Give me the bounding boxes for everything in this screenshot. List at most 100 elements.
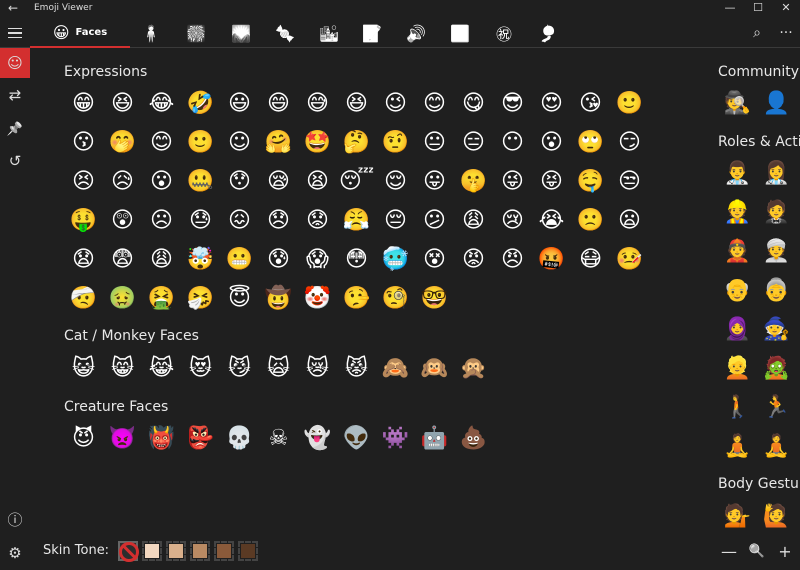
emoji-button[interactable]: 😐 xyxy=(415,123,454,162)
emoji-button[interactable]: 👺 xyxy=(181,419,220,458)
emoji-button[interactable]: 😵 xyxy=(415,240,454,279)
pin-nav-icon[interactable]: 📌 xyxy=(0,114,30,144)
emoji-button[interactable]: 😁 xyxy=(64,84,103,123)
emoji-button[interactable]: 🙊 xyxy=(454,349,493,388)
emoji-button[interactable]: 😲 xyxy=(103,201,142,240)
emoji-button[interactable]: 🤮 xyxy=(142,279,181,318)
emoji-button[interactable]: 🤤 xyxy=(571,162,610,201)
emoji-button[interactable]: 🤵 xyxy=(757,193,796,232)
emoji-button[interactable]: 🤓 xyxy=(415,279,454,318)
skin-tone-swatch[interactable] xyxy=(142,541,162,561)
emoji-button[interactable]: 😴 xyxy=(337,162,376,201)
emoji-button[interactable]: 😼 xyxy=(220,349,259,388)
emoji-button[interactable]: 🤨 xyxy=(376,123,415,162)
close-button[interactable]: ✕ xyxy=(771,1,800,14)
emoji-button[interactable]: 🤭 xyxy=(103,123,142,162)
emoji-button[interactable]: 🤕 xyxy=(64,279,103,318)
emoji-button[interactable]: 😟 xyxy=(298,201,337,240)
emoji-button[interactable]: 🤒 xyxy=(610,240,649,279)
emoji-button[interactable]: 😗 xyxy=(64,123,103,162)
emoji-button[interactable]: 😮 xyxy=(142,162,181,201)
tab-travel[interactable]: 🌄 xyxy=(226,18,256,48)
emoji-button[interactable]: 😻 xyxy=(181,349,220,388)
more-options-icon[interactable]: ··· xyxy=(771,18,800,48)
emoji-button[interactable]: 🧘 xyxy=(757,427,796,466)
emoji-button[interactable]: 😥 xyxy=(103,162,142,201)
emoji-button[interactable]: 😠 xyxy=(493,240,532,279)
emoji-button[interactable]: 😆 xyxy=(337,84,376,123)
tab-activities[interactable]: 🎆 xyxy=(181,18,211,48)
emoji-button[interactable]: 🧙 xyxy=(757,310,796,349)
info-nav-icon[interactable]: ⓘ xyxy=(0,504,30,534)
emoji-button[interactable]: 👾 xyxy=(376,419,415,458)
tab-symbols[interactable]: 🈺 xyxy=(445,18,475,48)
emoji-button[interactable]: ☺ xyxy=(220,123,259,162)
emoji-button[interactable]: 😩 xyxy=(454,201,493,240)
emoji-button[interactable]: 😸 xyxy=(103,349,142,388)
emoji-button[interactable]: 😺 xyxy=(64,349,103,388)
emoji-button[interactable]: 🧕 xyxy=(718,310,757,349)
emoji-button[interactable]: 👽 xyxy=(337,419,376,458)
emoji-button[interactable]: 🤬 xyxy=(532,240,571,279)
emoji-button[interactable]: 👵 xyxy=(757,271,796,310)
zoom-icon[interactable]: 🔍 xyxy=(743,537,771,565)
emoji-button[interactable]: 🤑 xyxy=(64,201,103,240)
emoji-button[interactable]: 😭 xyxy=(532,201,571,240)
emoji-button[interactable]: 😾 xyxy=(337,349,376,388)
emoji-button[interactable]: 😑 xyxy=(454,123,493,162)
emoji-button[interactable]: 😰 xyxy=(259,240,298,279)
emoji-button[interactable]: 😛 xyxy=(415,162,454,201)
emoji-button[interactable]: 😬 xyxy=(220,240,259,279)
emoji-button[interactable]: 👨‍⚕️ xyxy=(718,154,757,193)
emoji-button[interactable]: 🙂 xyxy=(610,84,649,123)
emoji-button[interactable]: 🕵 xyxy=(718,84,757,123)
emoji-button[interactable]: 😱 xyxy=(298,240,337,279)
emoji-button[interactable]: 😄 xyxy=(259,84,298,123)
hamburger-menu-icon[interactable] xyxy=(0,18,30,48)
tab-faces[interactable]: 😀 Faces xyxy=(30,18,130,48)
emoji-button[interactable]: 👿 xyxy=(103,419,142,458)
emoji-button[interactable]: 😧 xyxy=(64,240,103,279)
emoji-button[interactable]: 🙈 xyxy=(376,349,415,388)
emoji-button[interactable]: 🤣 xyxy=(181,84,220,123)
emoji-button[interactable]: 🙂 xyxy=(181,123,220,162)
emoji-button[interactable]: 👻 xyxy=(298,419,337,458)
emoji-button[interactable]: ☹ xyxy=(142,201,181,240)
emoji-button[interactable]: 🙁 xyxy=(571,201,610,240)
emoji-button[interactable]: 😍 xyxy=(532,84,571,123)
emoji-button[interactable]: 💀 xyxy=(220,419,259,458)
emoji-button[interactable]: 😒 xyxy=(610,162,649,201)
emoji-button[interactable]: 😋 xyxy=(454,84,493,123)
emoji-button[interactable]: 😮 xyxy=(532,123,571,162)
tab-misc[interactable]: 🎐 xyxy=(533,18,563,48)
emoji-button[interactable]: 🚶 xyxy=(718,388,757,427)
history-nav-icon[interactable]: ↺ xyxy=(0,146,30,176)
emoji-button[interactable]: 😿 xyxy=(298,349,337,388)
emoji-button[interactable]: 😫 xyxy=(298,162,337,201)
emoji-button[interactable]: 🤖 xyxy=(415,419,454,458)
emoji-button[interactable]: 😣 xyxy=(64,162,103,201)
skin-tone-swatch[interactable] xyxy=(190,541,210,561)
emoji-button[interactable]: 😌 xyxy=(376,162,415,201)
convert-nav-icon[interactable]: ⇄ xyxy=(0,80,30,110)
emoji-button[interactable]: 👷 xyxy=(718,193,757,232)
emoji-button[interactable]: 🤡 xyxy=(298,279,337,318)
emoji-button[interactable]: 🧘 xyxy=(718,427,757,466)
emoji-button[interactable]: 🤩 xyxy=(298,123,337,162)
emoji-button[interactable]: 👩‍⚕️ xyxy=(757,154,796,193)
emoji-button[interactable]: 😈 xyxy=(64,419,103,458)
emoji-button[interactable]: 😨 xyxy=(103,240,142,279)
emoji-button[interactable]: 😊 xyxy=(142,123,181,162)
emoji-button[interactable]: 🤥 xyxy=(337,279,376,318)
emoji-button[interactable]: 👹 xyxy=(142,419,181,458)
emoji-button[interactable]: 👲 xyxy=(718,232,757,271)
back-arrow-icon[interactable]: ← xyxy=(8,1,18,15)
skin-tone-none[interactable] xyxy=(118,541,139,562)
skin-tone-swatch[interactable] xyxy=(166,541,186,561)
emoji-button[interactable]: 🤗 xyxy=(259,123,298,162)
emoji-button[interactable]: 😆 xyxy=(103,84,142,123)
tab-objects[interactable]: 📝 xyxy=(357,18,387,48)
emoji-button[interactable]: 🤧 xyxy=(181,279,220,318)
emoji-button[interactable]: 😖 xyxy=(220,201,259,240)
emoji-button[interactable]: 😳 xyxy=(337,240,376,279)
